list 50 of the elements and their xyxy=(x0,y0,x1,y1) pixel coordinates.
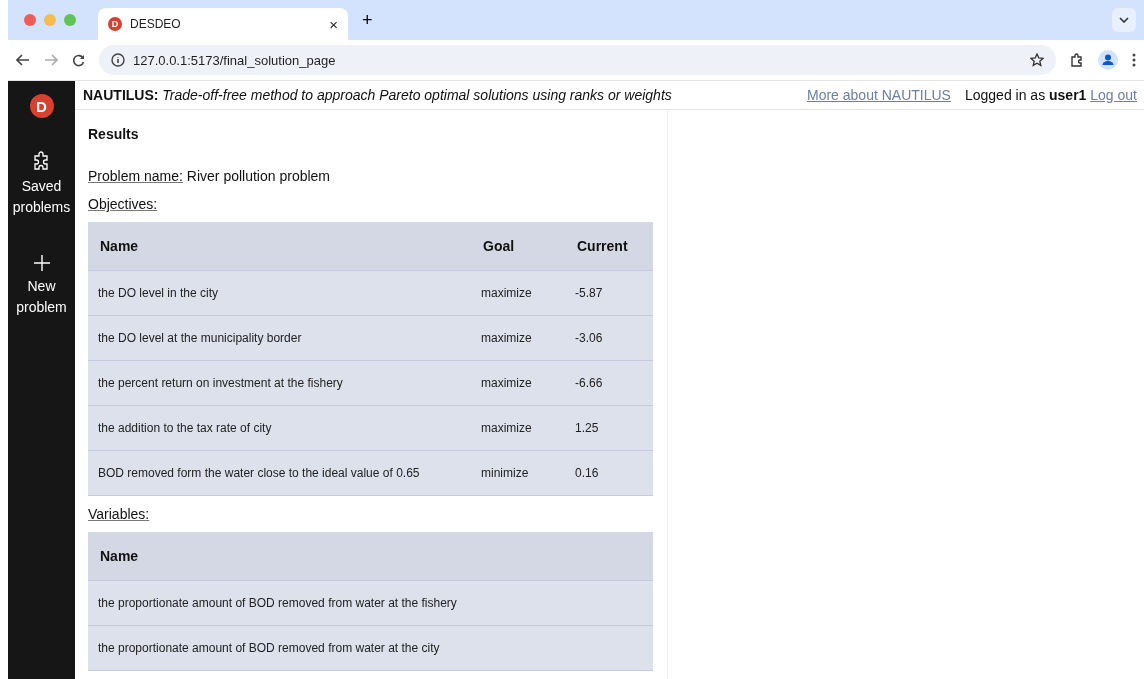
login-status: Logged in as user1 xyxy=(964,87,1087,103)
table-cell: the percent return on investment at the fishery xyxy=(88,360,471,406)
back-icon[interactable] xyxy=(16,54,30,66)
field-label: Variables: xyxy=(88,506,150,522)
sidebar-item[interactable]: New problem xyxy=(8,276,75,318)
table-cell: the addition to the tax rate of city xyxy=(88,405,471,451)
window-control-button[interactable] xyxy=(24,14,36,26)
app-logo[interactable]: D xyxy=(29,94,54,118)
column-header: Name xyxy=(88,532,653,581)
info-icon[interactable] xyxy=(111,53,125,67)
problem-name: River pollution problem xyxy=(186,168,330,184)
puzzle-icon[interactable] xyxy=(1070,53,1084,67)
tab-list-button[interactable] xyxy=(1112,8,1136,32)
table-cell: maximize xyxy=(471,270,565,316)
more-info-link[interactable]: More about NAUTILUS xyxy=(807,87,951,103)
table-cell: the DO level in the city xyxy=(88,270,471,316)
table-cell: -3.06 xyxy=(565,315,653,361)
field-label: Problem name: xyxy=(88,168,183,184)
table-cell: minimize xyxy=(471,450,565,496)
address-bar[interactable]: 127.0.0.1:5173/final_solution_page xyxy=(99,45,1056,75)
field-label: Objectives: xyxy=(88,196,158,212)
table-cell: BOD removed form the water close to the ideal value of 0.65 xyxy=(88,450,471,496)
bookmark-star-icon[interactable] xyxy=(1030,53,1044,67)
method-description: NAUTILUS: Trade-off-free method to approach Pareto optimal solutions using ranks or weights xyxy=(83,87,673,103)
browser-tab[interactable]: D DESDEO × xyxy=(98,8,348,40)
sidebar-item[interactable]: Saved problems xyxy=(8,176,75,218)
tab-close-button[interactable]: × xyxy=(329,15,338,33)
plus-icon xyxy=(32,254,51,272)
reload-icon[interactable] xyxy=(72,53,85,67)
table-cell: the proportionate amount of BOD removed from water at the fishery xyxy=(88,580,653,626)
profile-icon[interactable] xyxy=(1098,50,1118,70)
more-menu-icon[interactable] xyxy=(1132,53,1136,67)
table-cell: -6.66 xyxy=(565,360,653,406)
tab-title: DESDEO xyxy=(130,17,182,31)
column-header: Current xyxy=(565,222,653,271)
table-cell: the proportionate amount of BOD removed from water at the city xyxy=(88,625,653,671)
section-title: Results xyxy=(88,126,140,142)
logout-link[interactable]: Log out xyxy=(1090,87,1137,103)
table-cell: 0.16 xyxy=(565,450,653,496)
table-cell: maximize xyxy=(471,315,565,361)
table-cell: maximize xyxy=(471,405,565,451)
table-cell: maximize xyxy=(471,360,565,406)
table-cell: the DO level at the municipality border xyxy=(88,315,471,361)
table-cell: -5.87 xyxy=(565,270,653,316)
column-header: Name xyxy=(88,222,471,271)
favicon-icon: D xyxy=(108,17,122,31)
table-cell: 1.25 xyxy=(565,405,653,451)
column-header: Goal xyxy=(471,222,565,271)
new-tab-button[interactable]: + xyxy=(356,9,379,31)
chevron-down-icon xyxy=(1119,17,1129,23)
